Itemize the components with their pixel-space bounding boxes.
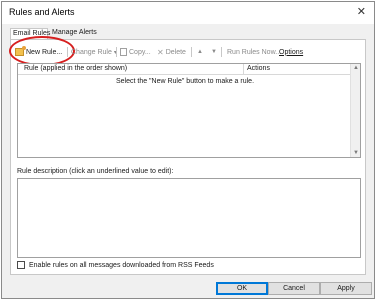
vertical-scrollbar[interactable]: ▲ ▼ bbox=[350, 64, 360, 157]
rules-list-header: Rule (applied in the order shown) Action… bbox=[18, 64, 352, 75]
rss-rules-option[interactable]: Enable rules on all messages downloaded … bbox=[17, 261, 214, 269]
copy-rule-button[interactable]: Copy... bbox=[120, 46, 151, 58]
toolbar-separator bbox=[67, 47, 68, 57]
empty-list-message: Select the "New Rule" button to make a r… bbox=[115, 78, 255, 85]
title-bar: Rules and Alerts ✕ bbox=[2, 2, 374, 24]
new-rule-icon bbox=[15, 46, 26, 56]
rules-and-alerts-dialog: Rules and Alerts ✕ Email Rules Manage Al… bbox=[1, 1, 375, 299]
move-up-button[interactable]: ▲ bbox=[197, 46, 203, 58]
apply-button[interactable]: Apply bbox=[320, 282, 372, 295]
scroll-down-icon[interactable]: ▼ bbox=[353, 150, 359, 156]
column-header-actions[interactable]: Actions bbox=[244, 65, 270, 72]
run-rules-label: Run Rules Now... bbox=[227, 48, 282, 56]
move-down-icon: ▼ bbox=[211, 49, 217, 55]
move-up-icon: ▲ bbox=[197, 49, 203, 55]
new-rule-button[interactable]: New Rule... bbox=[15, 46, 62, 58]
rss-rules-checkbox[interactable] bbox=[17, 261, 25, 269]
delete-icon: ✕ bbox=[157, 47, 164, 57]
rules-toolbar: New Rule... Change Rule ▾ Copy... ✕ Dele… bbox=[9, 36, 355, 66]
change-rule-label: Change Rule bbox=[71, 48, 112, 56]
rules-list[interactable]: Rule (applied in the order shown) Action… bbox=[17, 63, 361, 158]
options-button[interactable]: Options bbox=[279, 46, 303, 58]
copy-label: Copy... bbox=[129, 48, 151, 56]
ok-button[interactable]: OK bbox=[216, 282, 268, 295]
run-rules-now-button[interactable]: Run Rules Now... bbox=[227, 46, 281, 58]
rss-rules-label: Enable rules on all messages downloaded … bbox=[29, 261, 214, 269]
scroll-up-icon[interactable]: ▲ bbox=[353, 65, 359, 71]
toolbar-separator bbox=[221, 47, 222, 57]
cancel-button[interactable]: Cancel bbox=[268, 282, 320, 295]
tab-manage-alerts[interactable]: Manage Alerts bbox=[52, 29, 97, 36]
window-title: Rules and Alerts bbox=[9, 7, 75, 17]
toolbar-separator bbox=[191, 47, 192, 57]
rule-description-box[interactable] bbox=[17, 178, 361, 258]
column-header-rule[interactable]: Rule (applied in the order shown) bbox=[24, 65, 127, 72]
copy-icon bbox=[120, 48, 127, 56]
change-rule-button[interactable]: Change Rule ▾ bbox=[71, 46, 117, 58]
close-icon[interactable]: ✕ bbox=[357, 5, 366, 18]
options-label: Options bbox=[279, 48, 304, 56]
move-down-button[interactable]: ▼ bbox=[211, 46, 217, 58]
email-rules-panel: New Rule... Change Rule ▾ Copy... ✕ Dele… bbox=[9, 36, 366, 275]
toolbar-separator bbox=[116, 47, 117, 57]
delete-label: Delete bbox=[165, 48, 186, 56]
new-rule-label: New Rule... bbox=[26, 48, 63, 56]
delete-rule-button[interactable]: ✕ Delete bbox=[157, 46, 186, 58]
rule-description-label: Rule description (click an underlined va… bbox=[17, 168, 174, 175]
